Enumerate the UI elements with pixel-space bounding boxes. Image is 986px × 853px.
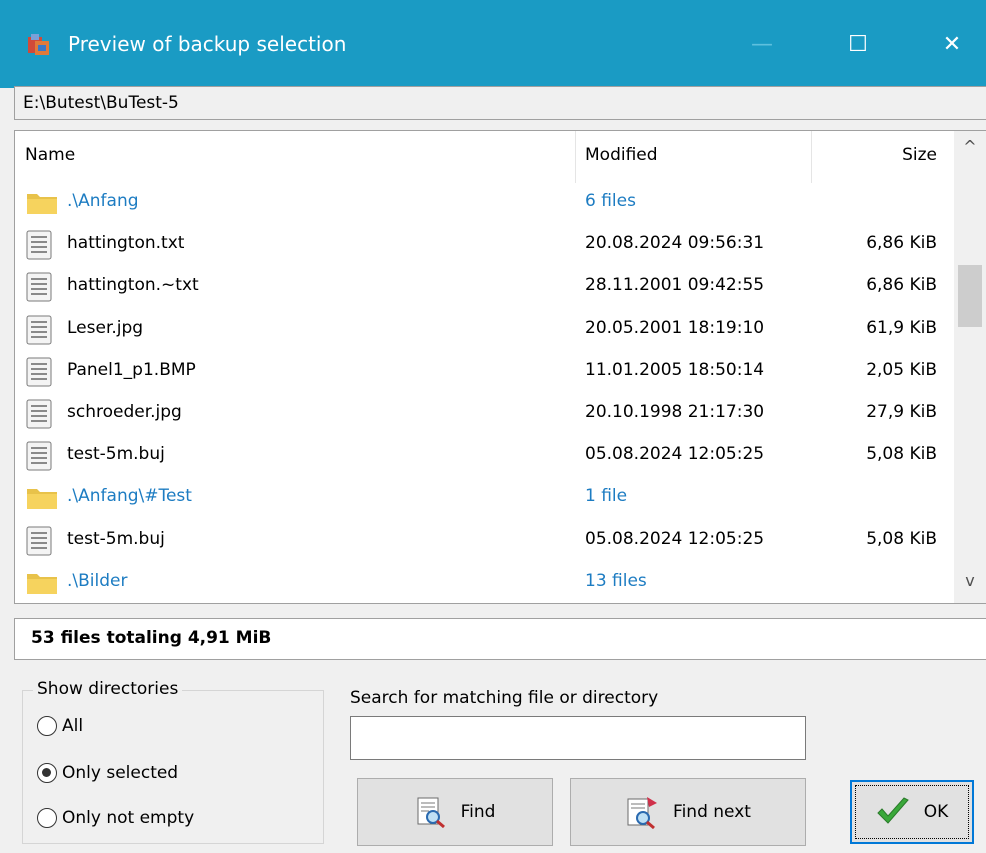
scroll-thumb[interactable] <box>958 265 982 327</box>
file-icon <box>25 399 53 434</box>
ok-label: OK <box>923 802 949 822</box>
radio-only-not-empty[interactable]: Only not empty <box>37 805 194 831</box>
radio-all[interactable]: All <box>37 713 83 739</box>
column-header-modified[interactable]: Modified <box>585 145 658 165</box>
cell-size: 61,9 KiB <box>866 317 937 338</box>
cell-size: 6,86 KiB <box>866 275 937 296</box>
cell-modified: 6 files <box>585 191 636 211</box>
group-legend: Show directories <box>33 679 183 699</box>
scroll-down-arrow[interactable]: v <box>954 571 986 599</box>
cell-size: 5,08 KiB <box>866 528 937 549</box>
file-list[interactable]: Name Modified Size .\Anfang 6 files hattin… <box>14 130 986 604</box>
cell-name: test-5m.buj <box>67 528 165 549</box>
folder-icon <box>25 483 59 516</box>
vertical-scrollbar[interactable]: ^ v <box>954 131 986 603</box>
file-row[interactable]: schroeder.jpg 20.10.1998 21:17:30 27,9 KiB <box>15 392 955 434</box>
cell-modified: 28.11.2001 09:42:55 <box>585 275 765 296</box>
list-header: Name Modified Size <box>15 131 955 183</box>
cell-modified: 20.10.1998 21:17:30 <box>585 401 765 422</box>
directory-row[interactable]: .\Anfang\#Test 1 file <box>15 476 955 518</box>
cell-modified: 05.08.2024 12:05:25 <box>585 444 765 465</box>
title-bar: Preview of backup selection — ☐ ✕ <box>0 0 986 88</box>
column-divider[interactable] <box>811 131 812 183</box>
cell-name: test-5m.buj <box>67 444 165 465</box>
radio-label: Only selected <box>62 763 179 783</box>
folder-icon <box>25 568 59 601</box>
cell-name: .\Anfang\#Test <box>67 486 192 507</box>
directory-row[interactable]: .\Anfang 6 files <box>15 181 955 223</box>
folder-icon <box>25 188 59 221</box>
close-button[interactable]: ✕ <box>920 16 984 72</box>
cell-size: 2,05 KiB <box>866 359 937 380</box>
radio-circle[interactable] <box>37 808 57 828</box>
cell-name: .\Anfang <box>67 191 139 211</box>
cell-name: hattington.txt <box>67 233 185 254</box>
scroll-up-arrow[interactable]: ^ <box>954 137 986 165</box>
cell-size: 6,86 KiB <box>866 233 937 254</box>
search-label: Search for matching file or directory <box>350 688 659 708</box>
file-icon <box>25 357 53 392</box>
file-icon <box>25 441 53 476</box>
cell-modified: 20.08.2024 09:56:31 <box>585 233 765 254</box>
find-next-label: Find next <box>673 802 751 822</box>
checkmark-icon <box>877 797 909 824</box>
cell-modified: 1 file <box>585 486 628 507</box>
cell-modified: 13 files <box>585 570 647 591</box>
show-directories-group: Show directories All Only selected Only … <box>22 679 324 844</box>
column-header-size[interactable]: Size <box>902 145 937 165</box>
cell-name: schroeder.jpg <box>67 401 182 422</box>
find-next-button[interactable]: Find next <box>570 778 806 846</box>
cell-name: .\Bilder <box>67 570 128 591</box>
list-rows: .\Anfang 6 files hattington.txt 20.08.2024 … <box>15 181 955 603</box>
radio-label: All <box>62 716 84 736</box>
app-icon <box>28 34 49 55</box>
radio-circle[interactable] <box>37 716 57 736</box>
directory-row[interactable]: .\Bilder 13 files <box>15 561 955 603</box>
find-label: Find <box>460 802 496 822</box>
file-row[interactable]: Leser.jpg 20.05.2001 18:19:10 61,9 KiB <box>15 308 955 350</box>
search-input[interactable] <box>350 716 806 760</box>
find-icon <box>417 797 445 828</box>
radio-only-selected[interactable]: Only selected <box>37 760 178 786</box>
file-row[interactable]: hattington.~txt 28.11.2001 09:42:55 6,86 K… <box>15 265 955 307</box>
cell-name: hattington.~txt <box>67 275 199 296</box>
cell-name: Panel1_p1.BMP <box>67 359 196 380</box>
file-icon <box>25 526 53 561</box>
cell-modified: 05.08.2024 12:05:25 <box>585 528 765 549</box>
file-icon <box>25 315 53 350</box>
maximize-button[interactable]: ☐ <box>826 16 890 72</box>
cell-modified: 11.01.2005 18:50:14 <box>585 359 765 380</box>
file-row[interactable]: test-5m.buj 05.08.2024 12:05:25 5,08 KiB <box>15 519 955 561</box>
column-header-name[interactable]: Name <box>25 145 75 165</box>
file-icon <box>25 272 53 307</box>
file-icon <box>25 230 53 265</box>
file-row[interactable]: test-5m.buj 05.08.2024 12:05:25 5,08 KiB <box>15 434 955 476</box>
cell-name: Leser.jpg <box>67 317 144 338</box>
path-field: E:\Butest\BuTest-5 <box>14 86 986 120</box>
summary-text: 53 files totaling 4,91 MiB <box>31 628 272 648</box>
cell-modified: 20.05.2001 18:19:10 <box>585 317 765 338</box>
cell-size: 5,08 KiB <box>866 444 937 465</box>
column-divider[interactable] <box>575 131 576 183</box>
window-title: Preview of backup selection <box>68 32 347 56</box>
find-button[interactable]: Find <box>357 778 553 846</box>
ok-button[interactable]: OK <box>850 780 974 844</box>
minimize-button[interactable]: — <box>730 16 794 72</box>
summary-field: 53 files totaling 4,91 MiB <box>14 618 986 660</box>
file-row[interactable]: Panel1_p1.BMP 11.01.2005 18:50:14 2,05 KiB <box>15 350 955 392</box>
find-next-icon <box>627 797 658 829</box>
radio-label: Only not empty <box>62 808 195 828</box>
file-row[interactable]: hattington.txt 20.08.2024 09:56:31 6,86 Ki… <box>15 223 955 265</box>
cell-size: 27,9 KiB <box>866 401 937 422</box>
radio-circle[interactable] <box>37 763 57 783</box>
path-text: E:\Butest\BuTest-5 <box>23 93 179 113</box>
